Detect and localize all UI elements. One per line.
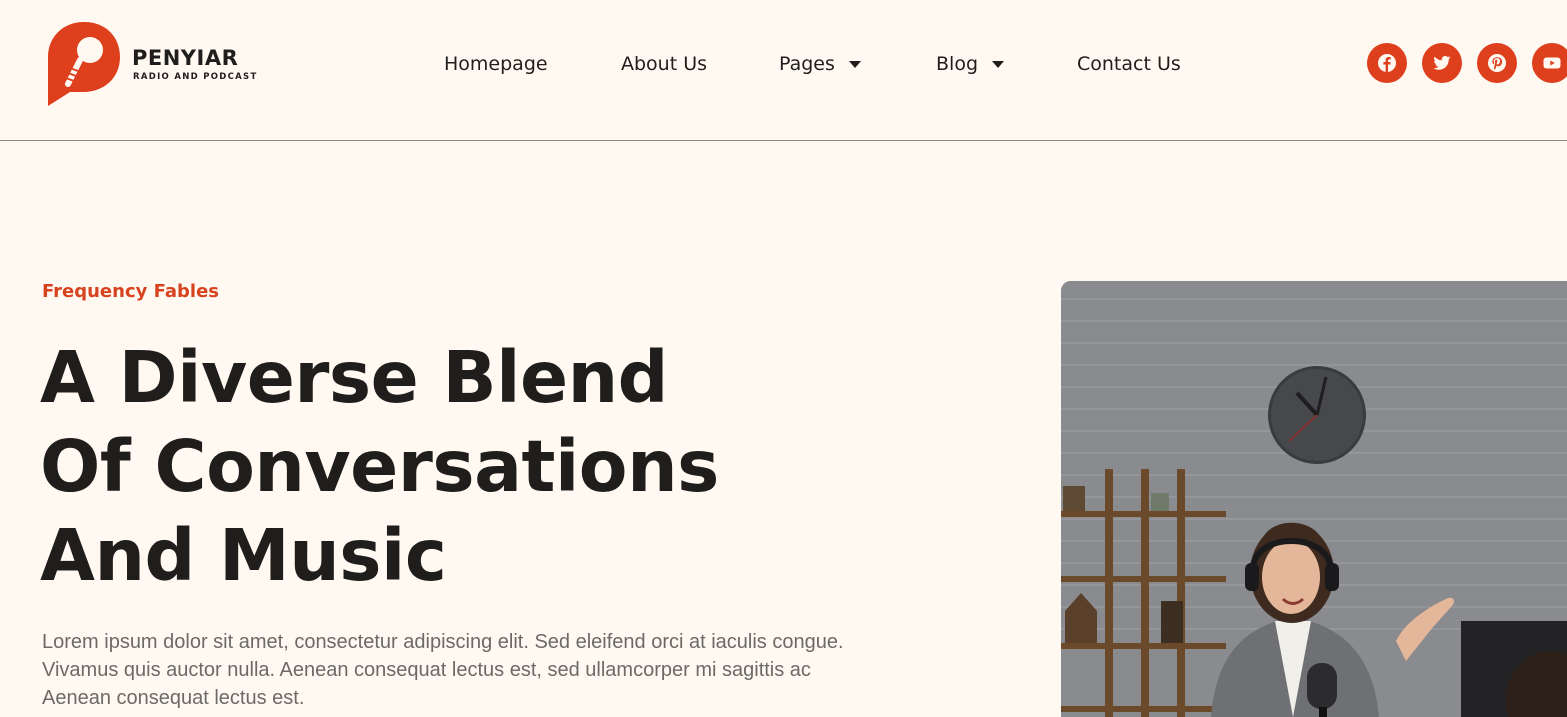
brand-name: PENYIAR xyxy=(132,46,239,70)
youtube-link[interactable] xyxy=(1532,43,1567,83)
facebook-link[interactable] xyxy=(1367,43,1407,83)
nav-item-about-us[interactable]: About Us xyxy=(621,49,707,79)
description-line: Vivamus quis auctor nulla. Aenean conseq… xyxy=(42,659,811,681)
description-line: Lorem ipsum dolor sit amet, consectetur … xyxy=(42,631,844,653)
nav-item-label: Blog xyxy=(936,53,978,75)
nav-item-label: Homepage xyxy=(444,53,548,75)
brand-logo[interactable]: PENYIAR RADIO AND PODCAST xyxy=(46,20,276,108)
podcast-studio-illustration xyxy=(1061,281,1567,717)
nav-item-label: About Us xyxy=(621,53,708,75)
site-header: PENYIAR RADIO AND PODCAST Homepage About… xyxy=(0,0,1567,141)
youtube-icon xyxy=(1543,57,1561,69)
hero-headline: A Diverse Blend Of Conversations And Mus… xyxy=(40,333,780,600)
nav-item-contact-us[interactable]: Contact Us xyxy=(1077,49,1181,79)
hero-eyebrow: Frequency Fables xyxy=(42,281,219,302)
brand-tagline: RADIO AND PODCAST xyxy=(133,72,258,82)
chevron-down-icon xyxy=(992,60,1004,68)
pinterest-link[interactable] xyxy=(1477,43,1517,83)
microphone-logo-icon xyxy=(48,22,120,106)
podcast-host-photo xyxy=(1061,281,1567,717)
nav-item-label: Contact Us xyxy=(1077,53,1181,75)
chevron-down-icon xyxy=(848,60,861,68)
headline-line: A Diverse Blend xyxy=(40,336,669,419)
hero-description: Lorem ipsum dolor sit amet, consectetur … xyxy=(42,628,922,712)
twitter-icon xyxy=(1433,56,1451,70)
facebook-icon xyxy=(1378,54,1396,72)
nav-item-blog[interactable]: Blog xyxy=(936,49,1004,79)
pinterest-icon xyxy=(1488,54,1506,72)
nav-item-pages[interactable]: Pages xyxy=(779,49,861,79)
headline-line: Of Conversations xyxy=(40,425,719,508)
nav-item-homepage[interactable]: Homepage xyxy=(444,49,548,79)
twitter-link[interactable] xyxy=(1422,43,1462,83)
headline-line: And Music xyxy=(40,514,447,597)
nav-item-label: Pages xyxy=(779,53,835,75)
description-line: Aenean consequat lectus est. xyxy=(42,687,305,709)
